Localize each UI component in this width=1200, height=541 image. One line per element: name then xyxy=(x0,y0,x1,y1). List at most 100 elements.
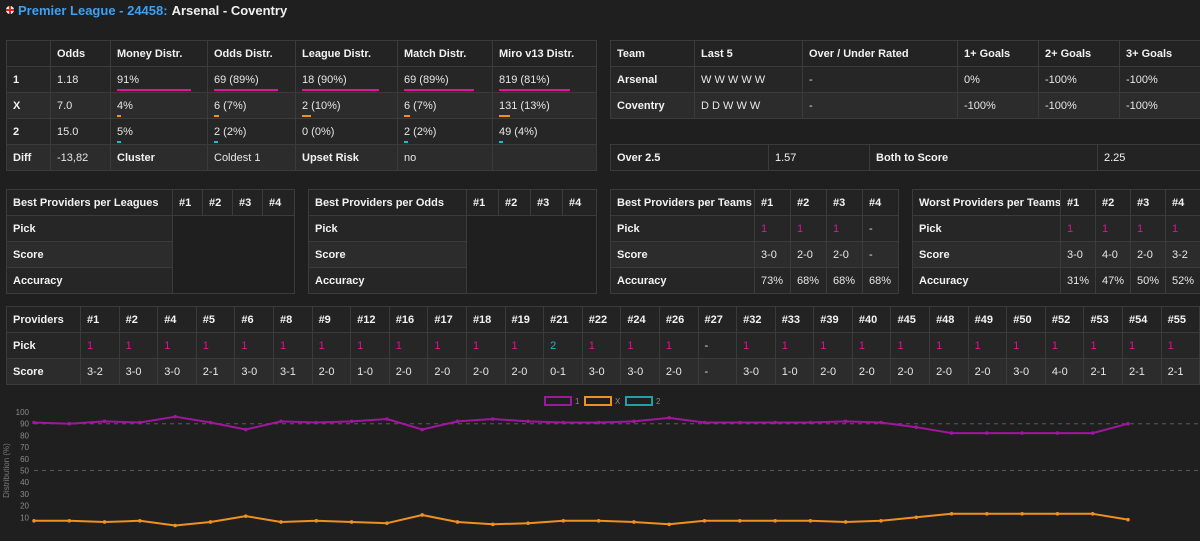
provider-score: 2-1 xyxy=(1160,358,1200,385)
odds-cell-value: 0 (0%) xyxy=(302,125,335,138)
team-cell: - xyxy=(802,92,958,119)
league-title[interactable]: Premier League - 24458: xyxy=(18,3,168,18)
odds-diff-cell: no xyxy=(397,144,493,171)
provider-row: Accuracy 31% 47% 50% 52% xyxy=(912,267,1200,294)
series-point xyxy=(702,519,707,523)
series-point xyxy=(1020,431,1024,435)
odds-cell-value: 131 (13%) xyxy=(499,100,550,117)
series-point xyxy=(561,420,566,425)
provider-value: 1 xyxy=(790,215,827,242)
provider-id-header: #17 xyxy=(427,306,467,333)
provider-id-header: #8 xyxy=(272,306,313,333)
series-point xyxy=(1055,431,1060,435)
provider-header-row: Best Providers per Odds #1 #2 #3 #4 xyxy=(308,189,597,216)
empty-provider-area xyxy=(172,215,295,294)
provider-value: 31% xyxy=(1060,267,1096,294)
provider-row: Pick 1 1 1- xyxy=(610,215,899,242)
provider-score: 0-1 xyxy=(543,358,583,385)
distribution-bar xyxy=(214,140,218,143)
provider-pick: 1 xyxy=(1160,332,1200,359)
odds-cell-value: 6 (7%) xyxy=(404,100,436,117)
series-point xyxy=(632,520,636,524)
legend-swatch[interactable] xyxy=(584,396,612,406)
y-tick-label: 30 xyxy=(20,490,29,499)
series-point xyxy=(1126,421,1130,426)
series-point xyxy=(455,419,460,424)
team-cell: -100% xyxy=(1038,92,1120,119)
provider-value: 47% xyxy=(1095,267,1131,294)
odds-row: X 7.0 4% 6 (7%) 2 (10%) 6 (7%) 131 (13%) xyxy=(6,92,597,119)
odds-cell-value: 91% xyxy=(117,74,191,91)
series-point xyxy=(843,419,848,424)
legend-swatch[interactable] xyxy=(625,396,653,406)
odds-cell: 2 (10%) xyxy=(295,92,398,119)
team-header-cell: 2+ Goals xyxy=(1038,40,1120,67)
series-point xyxy=(843,520,848,524)
provider-row-label: Accuracy xyxy=(610,267,755,294)
odds-distribution-table: Odds Money Distr. Odds Distr. League Distr.… xyxy=(6,40,597,171)
provider-pick: 1 xyxy=(272,332,313,359)
provider-rank-header: #2 xyxy=(1095,189,1131,216)
legend-label[interactable]: 2 xyxy=(656,397,661,406)
series-point xyxy=(208,520,213,524)
provider-value: 68% xyxy=(862,267,899,294)
team-row: Arsenal W W W W W -0% -100% -100% xyxy=(610,66,1200,93)
provider-score: 3-0 xyxy=(736,358,776,385)
odds-row-label: 1 xyxy=(6,66,51,93)
provider-score: 2-0 xyxy=(311,358,352,385)
provider-pick: 1 xyxy=(80,332,120,359)
y-tick-label: 80 xyxy=(20,431,29,440)
best-providers-teams-table: Best Providers per Teams #1 #2 #3 #4 Pick 1 1 1-… xyxy=(610,189,899,294)
provider-rank-header: #4 xyxy=(1165,189,1200,216)
series-point xyxy=(138,420,142,425)
legend-label[interactable]: X xyxy=(615,397,621,406)
provider-score: 2-0 xyxy=(465,358,506,385)
team-cell: D D W W W xyxy=(694,92,803,119)
series-point xyxy=(1020,511,1024,516)
series-point xyxy=(526,419,530,424)
odds-cell: 69 (89%) xyxy=(397,66,493,93)
distribution-line-chart: 10 20 30 40 50 60 70 80 90 100 Distribution (%) 1 X 2 xyxy=(2,396,1200,528)
odds-cell-value: 1.18 xyxy=(57,73,79,86)
odds-header-cell xyxy=(6,40,51,67)
provider-score: 3-0 xyxy=(234,358,274,385)
provider-table-title: Best Providers per Leagues xyxy=(6,189,173,216)
best-providers-leagues-table: Best Providers per Leagues #1 #2 #3 #4 Pick Sc… xyxy=(6,189,295,294)
provider-pick: 1 xyxy=(465,332,506,359)
series-point xyxy=(1126,517,1130,522)
series-point xyxy=(67,421,72,426)
odds-row-label: X xyxy=(6,92,51,119)
team-header-row: Team Last 5 Over / Under Rated 1+ Goals 2+ G… xyxy=(610,40,1200,67)
series-point xyxy=(279,520,283,524)
provider-pick: 1 xyxy=(427,332,467,359)
series-point xyxy=(490,417,495,421)
legend-label[interactable]: 1 xyxy=(575,397,580,406)
provider-value: 68% xyxy=(790,267,827,294)
team-cell: -100% xyxy=(957,92,1039,119)
series-point xyxy=(914,515,919,520)
provider-pick: 1 xyxy=(967,332,1008,359)
series-point xyxy=(879,519,883,523)
y-tick-label: 90 xyxy=(20,420,29,429)
odds-cell: 4% xyxy=(110,92,208,119)
provider-rank-header: #1 xyxy=(466,189,499,216)
provider-score: 3-0 xyxy=(620,358,660,385)
over-cell: 1.57 xyxy=(768,144,870,171)
legend-swatch[interactable] xyxy=(544,396,572,406)
series-point xyxy=(526,521,530,525)
odds-diff-cell: Diff xyxy=(6,144,51,171)
provider-pick: 1 xyxy=(157,332,197,359)
series-point xyxy=(420,427,424,432)
team-cell: 0% xyxy=(957,66,1039,93)
series-point xyxy=(32,420,36,425)
provider-id-header: #48 xyxy=(929,306,969,333)
odds-diff-cell: -13,82 xyxy=(50,144,111,171)
provider-id-header: #12 xyxy=(350,306,390,333)
provider-id-header: #9 xyxy=(311,306,352,333)
series-point xyxy=(32,519,36,523)
series-point xyxy=(385,521,389,525)
series-point xyxy=(949,511,954,516)
provider-row-label: Score xyxy=(912,241,1061,268)
england-flag-icon xyxy=(6,6,14,14)
odds-cell-value: 69 (89%) xyxy=(214,74,278,91)
